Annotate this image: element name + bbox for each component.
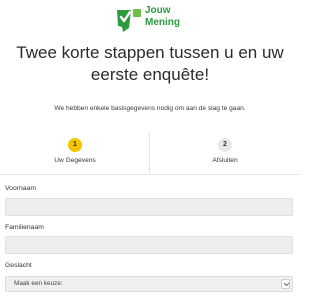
gender-select[interactable]: Maak een keuze: bbox=[5, 276, 293, 292]
last-name-label: Familienaam bbox=[5, 224, 44, 231]
headline-line1: Twee korte stappen tussen u en uw bbox=[16, 43, 284, 62]
logo-text-line1: Jouw bbox=[145, 5, 171, 16]
logo-text: Jouw Mening bbox=[145, 5, 180, 29]
first-name-input[interactable] bbox=[5, 198, 293, 216]
last-name-input[interactable] bbox=[5, 236, 293, 254]
brand-logo: Jouw Mening bbox=[115, 4, 185, 36]
page-subtitle: We hebben enkele basisgegevens nodig om … bbox=[54, 105, 246, 112]
logo-text-line2: Mening bbox=[145, 17, 180, 28]
step-number-badge: 1 bbox=[68, 138, 82, 152]
gender-select-value: Maak een keuze: bbox=[14, 280, 63, 287]
speech-bubble-check-logo-icon bbox=[117, 9, 141, 32]
step-number-badge: 2 bbox=[218, 138, 232, 152]
headline-line2: eerste enquête! bbox=[90, 65, 210, 84]
steps-divider-line bbox=[0, 174, 300, 175]
first-name-label: Voornaam bbox=[5, 185, 36, 192]
gender-label: Geslacht bbox=[5, 262, 32, 269]
chevron-down-icon bbox=[281, 279, 290, 289]
progress-steps: 1 Uw Gegevens 2 Afsluiten bbox=[0, 131, 300, 175]
page-headline: Twee korte stappen tussen u en uw eerste… bbox=[0, 42, 300, 86]
step-uw-gegevens[interactable]: 1 Uw Gegevens bbox=[0, 131, 150, 175]
step-label: Uw Gegevens bbox=[54, 157, 96, 164]
step-afsluiten[interactable]: 2 Afsluiten bbox=[150, 131, 300, 175]
step-label: Afsluiten bbox=[212, 157, 238, 164]
